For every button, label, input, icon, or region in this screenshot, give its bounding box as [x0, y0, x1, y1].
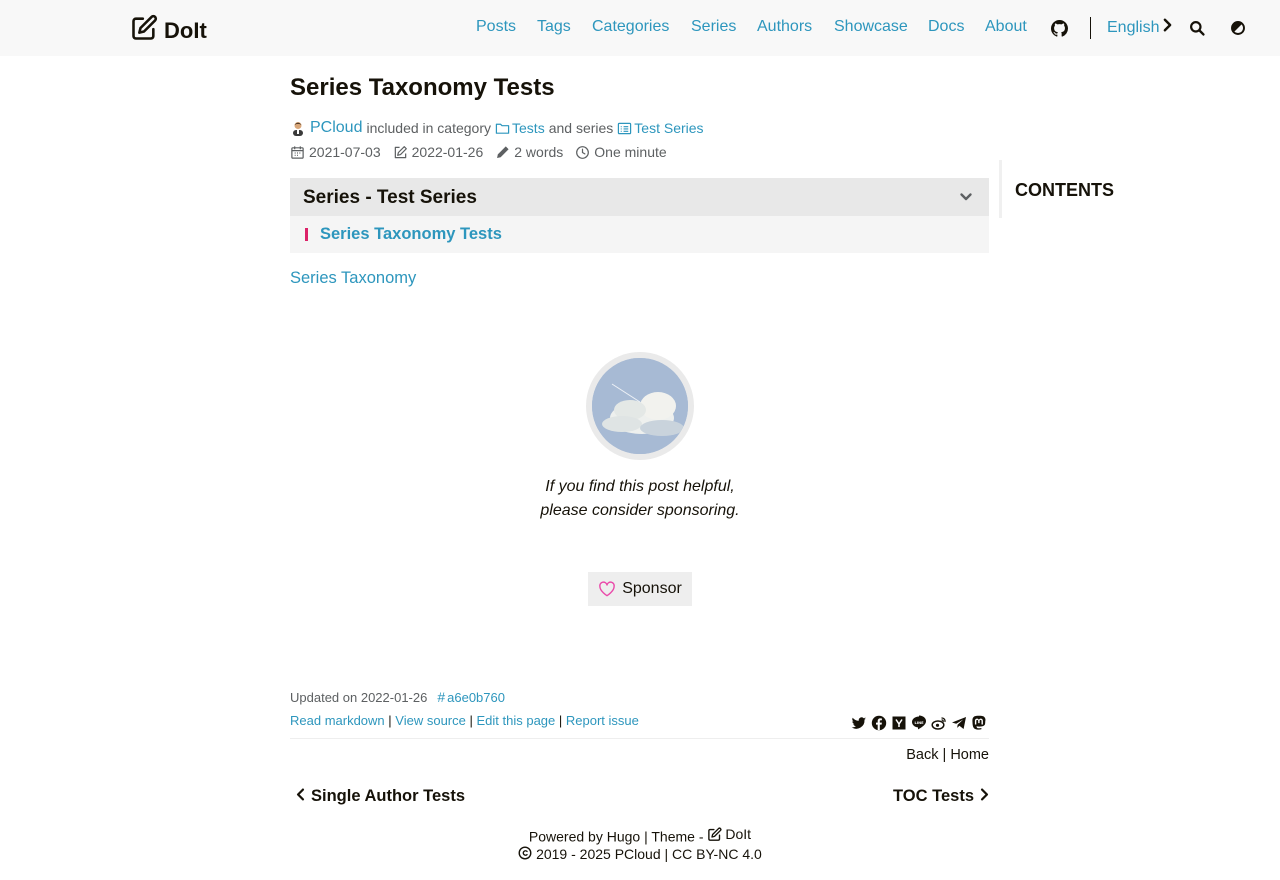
series-prefix: and series [548, 120, 614, 136]
post-meta-dates: 2021-07-03 2022-01-26 2 words One minute [290, 144, 667, 160]
prev-post-link[interactable]: Single Author Tests [296, 787, 465, 806]
series-heading: Series - Test Series [303, 187, 477, 208]
theme-label: Theme - [651, 828, 704, 845]
report-issue-link[interactable]: Report issue [566, 713, 639, 728]
series-list-item[interactable]: Series Taxonomy Tests [305, 225, 502, 244]
folder-icon [495, 121, 510, 136]
modified-date: 2022-01-26 [411, 144, 484, 160]
read-markdown-link[interactable]: Read markdown [290, 713, 385, 728]
post-footer-divider [290, 738, 989, 739]
series-taxonomy-link[interactable]: Series Taxonomy [290, 269, 416, 288]
updated-date: Updated on 2022-01-26 [290, 689, 428, 705]
calendar-icon [290, 145, 305, 160]
toc-border [999, 160, 1002, 218]
footer-powered-by: Powered by Hugo | Theme - DoIt [0, 826, 1280, 845]
theme-name: DoIt [725, 826, 752, 842]
commit-hash: a6e0b760 [447, 689, 505, 705]
next-post-link[interactable]: TOC Tests [893, 787, 989, 806]
footer-copyright: 2019 - 2025 PCloud | CC BY-NC 4.0 [0, 846, 1280, 862]
sponsor-message: If you find this post helpful, please co… [540, 478, 740, 519]
share-buttons: LINE [851, 715, 987, 731]
mastodon-icon[interactable] [971, 715, 987, 731]
author-avatar-icon [290, 120, 306, 136]
heart-icon [598, 581, 616, 597]
post-links: Read markdown | View source | Edit this … [290, 713, 639, 728]
prev-post-title: Single Author Tests [311, 787, 466, 805]
site-logo[interactable]: DoIt [130, 14, 207, 48]
word-count: 2 words [514, 144, 564, 160]
telegram-icon[interactable] [951, 715, 967, 731]
sponsor-button-label: Sponsor [622, 580, 682, 597]
site-header: DoIt Posts Tags Categories Series Author… [0, 0, 1280, 56]
nav-tags[interactable]: Tags [537, 18, 571, 36]
nav-about[interactable]: About [985, 18, 1027, 36]
logo-text: DoIt [164, 18, 207, 43]
nav-authors[interactable]: Authors [757, 18, 812, 36]
category-label: Tests [512, 120, 545, 136]
chevron-left-icon [296, 787, 305, 806]
copyright-icon [518, 846, 532, 860]
edit-page-link[interactable]: Edit this page [476, 713, 555, 728]
pen-to-square-icon [130, 14, 158, 48]
svg-text:LINE: LINE [914, 721, 924, 725]
category-link[interactable]: Tests [495, 120, 545, 136]
home-link[interactable]: Home [950, 747, 989, 763]
theme-link[interactable]: DoIt [707, 826, 751, 842]
commit-link[interactable]: # a6e0b760 [437, 689, 505, 705]
nav-categories[interactable]: Categories [592, 18, 669, 36]
footer-separator: | [664, 846, 673, 862]
hackernews-icon[interactable] [891, 715, 907, 731]
line-icon[interactable]: LINE [911, 715, 927, 731]
language-label: English [1107, 18, 1160, 36]
powered-by-label: Powered by [528, 828, 603, 845]
facebook-icon[interactable] [871, 715, 887, 731]
published-date: 2021-07-03 [309, 144, 381, 160]
author-link[interactable]: PCloud [310, 119, 362, 137]
back-link[interactable]: Back [906, 747, 938, 763]
series-label: Test Series [634, 120, 704, 136]
hugo-link[interactable]: Hugo [607, 829, 640, 845]
nav-showcase[interactable]: Showcase [834, 18, 908, 36]
nav-docs[interactable]: Docs [928, 18, 964, 36]
clock-icon [575, 145, 590, 160]
nav-series[interactable]: Series [691, 18, 736, 36]
copyright-years: 2019 - 2025 [536, 846, 611, 862]
github-icon[interactable] [1049, 18, 1069, 38]
sponsor-button[interactable]: Sponsor [588, 572, 692, 606]
search-icon[interactable] [1187, 18, 1207, 38]
sponsor-avatar [586, 352, 694, 460]
weibo-icon[interactable] [931, 715, 947, 731]
category-prefix: included in category [366, 120, 492, 136]
chevron-down-icon[interactable] [959, 190, 973, 204]
chevron-right-icon [980, 787, 989, 806]
edit-icon [393, 145, 408, 160]
license-link[interactable]: CC BY-NC 4.0 [672, 846, 762, 862]
hashtag-icon: # [437, 689, 446, 705]
current-item-marker [305, 228, 308, 241]
series-box: Series - Test Series Series Taxonomy Tes… [290, 178, 989, 253]
nav-divider [1090, 17, 1091, 39]
back-home-links: Back | Home [906, 747, 989, 763]
list-icon [617, 121, 632, 136]
language-select[interactable]: English [1107, 18, 1172, 37]
toc-title: CONTENTS [1015, 180, 1114, 200]
post-updated-info: Updated on 2022-01-26 # a6e0b760 [290, 689, 505, 705]
view-source-link[interactable]: View source [395, 713, 466, 728]
link-separator: | [558, 713, 566, 728]
pencil-icon [495, 145, 510, 160]
series-link[interactable]: Test Series [617, 120, 704, 136]
post-meta-author: PCloud included in category Tests and se… [290, 119, 704, 137]
owner-link[interactable]: PCloud [615, 846, 661, 862]
circle-half-icon[interactable] [1228, 18, 1248, 38]
chevron-right-icon [1163, 18, 1172, 37]
twitter-icon[interactable] [851, 715, 867, 731]
nav-posts[interactable]: Posts [476, 18, 516, 36]
next-post-title: TOC Tests [893, 787, 974, 805]
series-header[interactable]: Series - Test Series [290, 178, 989, 216]
page-title: Series Taxonomy Tests [290, 74, 555, 101]
pen-to-square-icon [707, 827, 722, 842]
reading-time: One minute [594, 144, 667, 160]
series-item-label: Series Taxonomy Tests [320, 225, 502, 243]
